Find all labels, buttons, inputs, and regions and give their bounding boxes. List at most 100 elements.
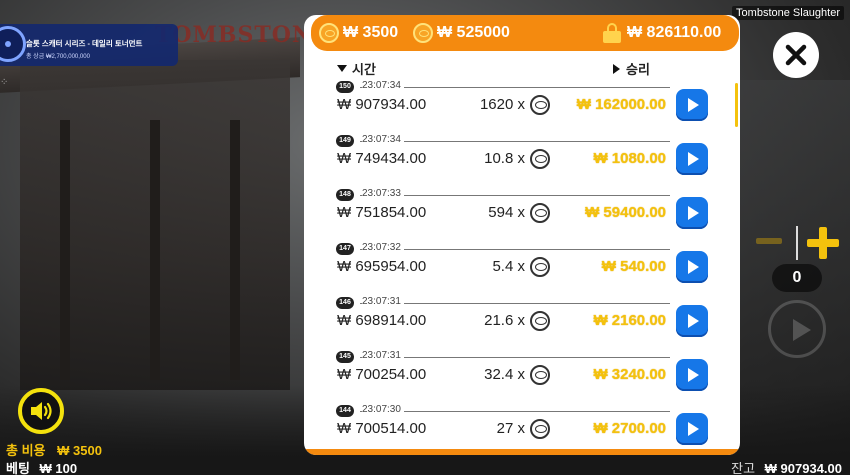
sort-right-icon: [613, 63, 620, 74]
round-multiplier: 10.8 x: [484, 150, 525, 167]
round-balance: ₩ 907934.00: [337, 96, 427, 113]
round-badge: 148: [336, 189, 354, 201]
coin-icon: [530, 365, 550, 385]
round-badge: 149: [336, 135, 354, 147]
total-cost-value: ₩ 3500: [57, 443, 102, 458]
total-cost: 총 비용 ₩ 3500: [6, 440, 102, 459]
replay-button[interactable]: [676, 89, 708, 121]
history-row: 149 23:07:34 ₩ 749434.00 10.8 x ₩ 1080.0…: [304, 131, 740, 185]
round-win: ₩ 1080.00: [593, 150, 666, 167]
round-time: 23:07:34: [362, 80, 404, 91]
round-time: 23:07:30: [362, 404, 404, 415]
bet-value: ₩ 100: [39, 461, 78, 475]
close-button[interactable]: [773, 32, 819, 78]
bet-label: 베팅: [6, 461, 30, 475]
round-badge: 145: [336, 351, 354, 363]
round-win: ₩ 2160.00: [593, 312, 666, 329]
game-title: Tombstone Slaughter: [732, 6, 844, 20]
controls-divider: [796, 226, 798, 260]
history-header: ₩ 3500 ₩ 525000 ₩ 826110.00: [311, 15, 739, 51]
round-multiplier: 32.4 x: [484, 366, 525, 383]
tournament-title: 슬롯 스캐터 시리즈 - 데일리 토너먼트: [26, 39, 143, 48]
round-multiplier: 27 x: [496, 420, 525, 437]
history-row: 150 23:07:34 ₩ 907934.00 1620 x ₩ 162000…: [304, 77, 740, 131]
row-divider: [360, 303, 670, 304]
header-total: ₩ 525000: [413, 23, 510, 43]
tournament-subtitle: 총 상금 ₩2,700,000,000: [26, 54, 90, 60]
round-time: 23:07:33: [362, 188, 404, 199]
coin-icon: [530, 311, 550, 331]
round-balance: ₩ 695954.00: [337, 258, 427, 275]
bg-post: [150, 120, 160, 380]
coin-icon: [530, 419, 550, 439]
bg-post: [60, 120, 70, 380]
history-row: 146 23:07:31 ₩ 698914.00 21.6 x ₩ 2160.0…: [304, 293, 740, 347]
round-multiplier: 1620 x: [479, 96, 525, 113]
round-win: ₩ 3240.00: [593, 366, 666, 383]
balance-label: 잔고: [731, 461, 756, 475]
history-list: 150 23:07:34 ₩ 907934.00 1620 x ₩ 162000…: [304, 77, 740, 455]
round-time: 23:07:34: [362, 134, 404, 145]
replay-button[interactable]: [676, 413, 708, 445]
coin-icon: [319, 23, 339, 43]
round-win: ₩ 59400.00: [585, 204, 666, 221]
play-button-disabled[interactable]: [768, 300, 826, 358]
history-row: 145 23:07:31 ₩ 700254.00 32.4 x ₩ 3240.0…: [304, 347, 740, 401]
history-row: 144 23:07:30 ₩ 700514.00 27 x ₩ 2700.00: [304, 401, 740, 455]
close-icon: [785, 44, 807, 66]
row-divider: [360, 195, 670, 196]
menu-dots-icon[interactable]: ⁘: [0, 78, 10, 88]
round-time: 23:07:31: [362, 296, 404, 307]
row-divider: [360, 357, 670, 358]
round-badge: 147: [336, 243, 354, 255]
panel-bottom-edge: [304, 449, 740, 455]
coin-icon: [530, 95, 550, 115]
bg-post: [230, 120, 240, 380]
header-locked-value: ₩ 826110.00: [627, 24, 722, 41]
replay-button[interactable]: [676, 143, 708, 175]
round-balance: ₩ 698914.00: [337, 312, 427, 329]
coin-icon: [413, 23, 433, 43]
history-scrollbar[interactable]: [735, 83, 738, 127]
balance-value: ₩ 907934.00: [764, 461, 842, 475]
replay-button[interactable]: [676, 197, 708, 229]
header-locked: ₩ 826110.00: [603, 23, 721, 43]
history-row: 148 23:07:33 ₩ 751854.00 594 x ₩ 59400.0…: [304, 185, 740, 239]
increase-button[interactable]: [807, 227, 839, 259]
sound-button[interactable]: [18, 388, 64, 434]
replay-button[interactable]: [676, 359, 708, 391]
round-win: ₩ 2700.00: [593, 420, 666, 437]
bet: 베팅 ₩ 100: [6, 458, 77, 475]
coin-icon: [530, 257, 550, 277]
column-time-label: 시간: [352, 62, 376, 77]
balance: 잔고 ₩ 907934.00: [731, 458, 842, 475]
round-time: 23:07:31: [362, 350, 404, 361]
total-cost-label: 총 비용: [6, 443, 46, 458]
round-badge: 144: [336, 405, 354, 417]
round-balance: ₩ 700254.00: [337, 366, 427, 383]
column-win-label: 승리: [626, 62, 650, 77]
round-multiplier: 5.4 x: [492, 258, 525, 275]
header-bet: ₩ 3500: [319, 23, 398, 43]
row-divider: [360, 87, 670, 88]
row-divider: [360, 141, 670, 142]
replay-button[interactable]: [676, 251, 708, 283]
round-balance: ₩ 700514.00: [337, 420, 427, 437]
decrease-button[interactable]: [756, 238, 782, 244]
round-badge: 146: [336, 297, 354, 309]
sort-by-win[interactable]: 승리: [613, 59, 650, 78]
round-time: 23:07:32: [362, 242, 404, 253]
speaker-icon: [31, 402, 52, 420]
row-divider: [360, 249, 670, 250]
sort-by-time[interactable]: 시간: [337, 59, 376, 78]
round-win: ₩ 540.00: [601, 258, 666, 275]
replay-button[interactable]: [676, 305, 708, 337]
header-bet-value: ₩ 3500: [343, 24, 399, 41]
row-divider: [360, 411, 670, 412]
history-row: 147 23:07:32 ₩ 695954.00 5.4 x ₩ 540.00: [304, 239, 740, 293]
counter-value: 0: [772, 264, 822, 292]
round-badge: 150: [336, 81, 354, 93]
coin-icon: [530, 149, 550, 169]
round-multiplier: 21.6 x: [484, 312, 525, 329]
round-win: ₩ 162000.00: [576, 96, 666, 113]
